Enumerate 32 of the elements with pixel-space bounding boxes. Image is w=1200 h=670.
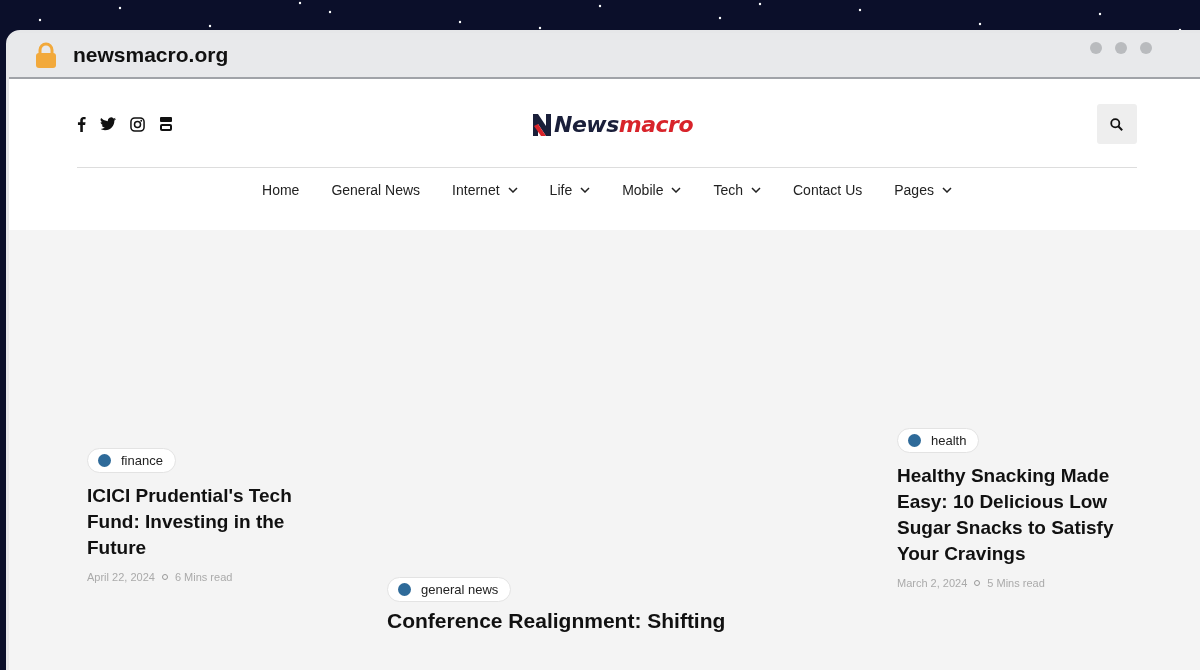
instagram-icon[interactable]: [130, 116, 145, 132]
url-text[interactable]: newsmacro.org: [73, 43, 1073, 67]
chevron-down-icon: [671, 187, 682, 193]
nav-link[interactable]: Tech: [713, 176, 761, 204]
nav-link[interactable]: General News: [331, 176, 421, 204]
category-tag[interactable]: finance: [87, 448, 176, 473]
facebook-icon[interactable]: [77, 116, 86, 132]
site-logo[interactable]: Newsmacro: [530, 111, 693, 137]
window-controls-icon: [1089, 41, 1153, 55]
nav-link[interactable]: Internet: [452, 176, 518, 204]
category-tag[interactable]: health: [897, 428, 980, 453]
category-tag[interactable]: general news: [387, 577, 512, 602]
post-date: April 22, 2024: [87, 571, 155, 583]
post-title[interactable]: Healthy Snacking Made Easy: 10 Delicious Low Sugar Snacks to Satisfy Your Cravings: [897, 463, 1137, 567]
search-icon: [1110, 117, 1124, 131]
twitter-icon[interactable]: [100, 117, 116, 131]
chevron-down-icon: [580, 187, 591, 193]
search-button[interactable]: [1097, 104, 1137, 144]
nav-link[interactable]: Life: [549, 176, 591, 204]
nav-link[interactable]: Pages: [894, 176, 952, 204]
read-time: 5 Mins read: [987, 577, 1045, 589]
lock-icon: [35, 42, 57, 68]
nav-link[interactable]: Mobile: [622, 176, 682, 204]
chevron-down-icon: [941, 187, 952, 193]
post-title[interactable]: ICICI Prudential's Tech Fund: Investing in the Future: [87, 483, 327, 561]
nav-link[interactable]: Contact Us: [793, 176, 863, 204]
post-title[interactable]: Conference Realignment: Shifting: [387, 608, 837, 634]
post-date: March 2, 2024: [897, 577, 968, 589]
read-time: 6 Mins read: [174, 571, 233, 583]
nav-link[interactable]: Home: [262, 176, 300, 204]
chevron-down-icon: [507, 187, 518, 193]
chevron-down-icon: [751, 187, 761, 193]
